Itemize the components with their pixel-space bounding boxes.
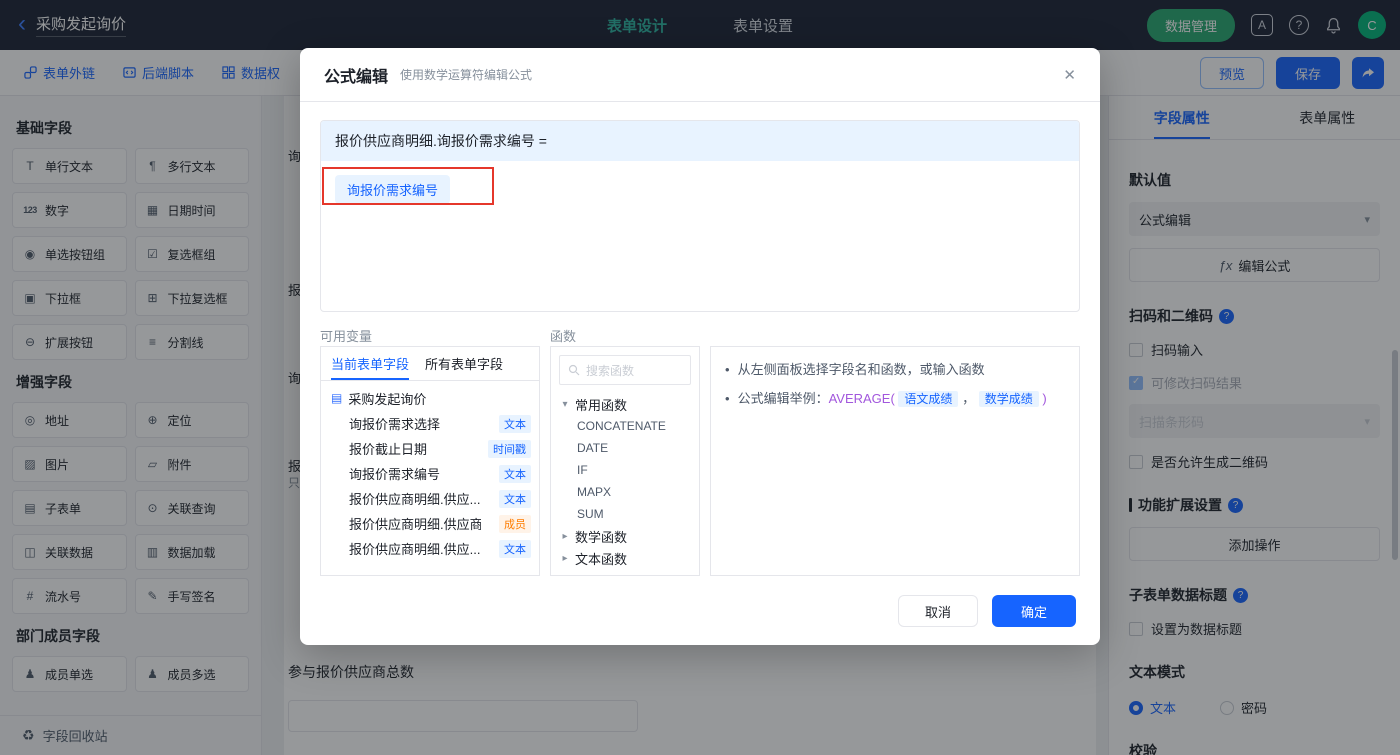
formula-target: 报价供应商明细.询报价需求编号 = [321,121,1079,161]
tip-example: 公式编辑举例：AVERAGE( 语文成绩 ， 数学成绩 ) [738,388,1047,410]
variable-type-badge: 时间戳 [488,439,531,458]
variables-label: 可用变量 [320,329,373,344]
function-item[interactable]: MAPX [551,481,699,503]
functions-panel: 搜索函数 ▾ 常用函数 CONCATENATE DATE IF MAPX SUM… [550,346,700,576]
function-item[interactable]: DATE [551,437,699,459]
tab-all-form-fields[interactable]: 所有表单字段 [425,347,503,380]
formula-expression-area[interactable]: 询报价需求编号 [321,161,1079,218]
dialog-header: 公式编辑 使用数学运算符编辑公式 [300,48,1100,102]
function-search-input[interactable]: 搜索函数 [559,355,691,385]
confirm-button[interactable]: 确定 [992,595,1076,627]
variable-type-badge: 成员 [499,514,531,533]
variable-type-badge: 文本 [499,464,531,483]
variables-panel: 当前表单字段 所有表单字段 ▤ 采购发起询价 询报价需求选择 文本 报价截止日期… [320,346,540,576]
variable-name: 报价截止日期 [349,442,428,457]
functions-label: 函数 [550,329,577,344]
variables-root[interactable]: ▤ 采购发起询价 [321,385,539,411]
cancel-button[interactable]: 取消 [898,595,978,627]
variable-item[interactable]: 报价供应商明细.供应... 文本 [321,536,539,561]
variable-item[interactable]: 询报价需求选择 文本 [321,411,539,436]
function-group-label: 文本函数 [575,551,628,567]
function-item[interactable]: IF [551,459,699,481]
variable-name: 报价供应商明细.供应商 [349,517,481,532]
function-group-label: 常用函数 [575,397,628,413]
bullet-icon: • [725,362,730,377]
bullet-icon: • [725,391,730,406]
tip-example-prefix: 公式编辑举例： [737,391,829,406]
dialog-footer: 取消 确定 [898,595,1076,627]
variable-item[interactable]: 报价供应商明细.供应... 文本 [321,486,539,511]
variable-item[interactable]: 报价供应商明细.供应商 成员 [321,511,539,536]
tip-example-line: • 公式编辑举例：AVERAGE( 语文成绩 ， 数学成绩 ) [725,388,1065,410]
formula-tips-panel: • 从左侧面板选择字段名和函数，或输入函数 • 公式编辑举例：AVERAGE( … [710,346,1080,576]
variables-root-label: 采购发起询价 [348,391,427,407]
variable-type-badge: 文本 [499,539,531,558]
dialog-title: 公式编辑 [324,68,389,86]
tab-current-form-fields[interactable]: 当前表单字段 [331,347,410,380]
dialog-subtitle: 使用数学运算符编辑公式 [400,68,533,82]
example-field-chip: 语文成绩 [898,391,959,407]
variable-name: 报价供应商明细.供应... [349,542,481,557]
search-placeholder: 搜索函数 [586,363,635,378]
variable-name: 询报价需求编号 [349,467,441,482]
variable-type-badge: 文本 [499,489,531,508]
close-icon[interactable]: ✕ [1063,66,1076,84]
variables-tabs: 当前表单字段 所有表单字段 [321,347,539,381]
variable-name: 报价供应商明细.供应... [349,492,481,507]
formula-edit-dialog: 公式编辑 使用数学运算符编辑公式 ✕ 报价供应商明细.询报价需求编号 = 询报价… [300,48,1100,645]
tip-function-name: AVERAGE( [828,391,895,406]
variable-name: 询报价需求选择 [349,417,441,432]
tip-text: 从左侧面板选择字段名和函数，或输入函数 [737,362,985,377]
function-group-common[interactable]: ▾ 常用函数 [551,393,699,415]
variable-type-badge: 文本 [499,414,531,433]
function-group-text[interactable]: ▸ 文本函数 [551,547,699,569]
tip-close-paren: ) [1042,391,1047,406]
caret-right-icon: ▸ [562,552,568,564]
caret-right-icon: ▸ [562,530,568,542]
variable-item[interactable]: 询报价需求编号 文本 [321,461,539,486]
caret-down-icon: ▾ [562,398,568,410]
document-icon: ▤ [331,391,343,405]
tip-line: • 从左侧面板选择字段名和函数，或输入函数 [725,359,1065,380]
example-field-chip: 数学成绩 [978,391,1039,407]
function-group-math[interactable]: ▸ 数学函数 [551,525,699,547]
variable-item[interactable]: 报价截止日期 时间戳 [321,436,539,461]
function-item[interactable]: CONCATENATE [551,415,699,437]
function-group-label: 数学函数 [575,529,628,545]
search-icon [568,364,580,376]
function-item[interactable]: SUM [551,503,699,525]
tip-separator: ， [962,391,976,406]
formula-editor[interactable]: 报价供应商明细.询报价需求编号 = 询报价需求编号 [320,120,1080,312]
formula-variable-chip[interactable]: 询报价需求编号 [335,175,451,204]
